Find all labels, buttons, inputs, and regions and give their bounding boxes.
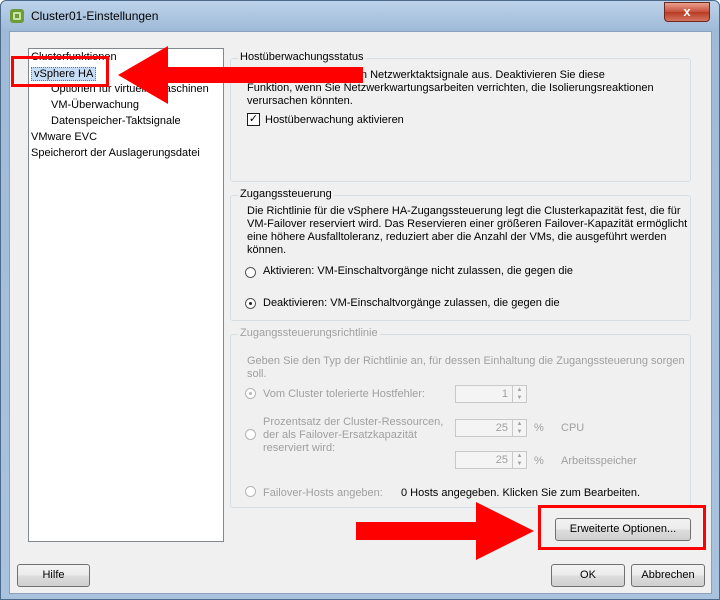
failover-hosts-link[interactable]: 0 Hosts angegeben. Klicken Sie zum Bearb…	[401, 487, 640, 500]
host-failures-label: Vom Cluster tolerierte Hostfehler:	[263, 388, 426, 400]
window-title: Cluster01-Einstellungen	[31, 9, 159, 23]
tree-item-swapfile-location[interactable]: Speicherort der Auslagerungsdatei	[31, 147, 200, 159]
help-button-label: Hilfe	[42, 569, 65, 581]
policy-intro-1: Geben Sie den Typ der Richtlinie an, für…	[247, 355, 685, 367]
host-failures-value: 1	[501, 388, 508, 400]
admission-control-group: Zugangssteuerung Die Richtlinie für die …	[230, 188, 691, 321]
help-button[interactable]: Hilfe	[17, 564, 90, 587]
spinner-arrows-icon[interactable]: ▲ ▼	[512, 420, 526, 436]
host-monitoring-checkbox[interactable]: ✓	[247, 113, 260, 126]
cpu-label: CPU	[561, 422, 585, 434]
admission-text-2: VM-Failover reserviert wird. Das Reservi…	[247, 218, 688, 230]
percent-label-3: reserviert wird:	[263, 442, 336, 454]
checkmark-icon: ✓	[248, 113, 259, 125]
spinner-arrows-icon[interactable]: ▲ ▼	[512, 452, 526, 468]
cancel-button[interactable]: Abbrechen	[631, 564, 705, 587]
failover-hosts-label: Failover-Hosts angeben:	[263, 487, 383, 499]
cpu-percent-spinner[interactable]: 25 ▲ ▼	[455, 419, 527, 437]
host-monitoring-checkbox-label: Hostüberwachung aktivieren	[265, 114, 404, 126]
memory-percent-unit: %	[534, 455, 544, 467]
host-failures-spinner[interactable]: 1 ▲ ▼	[455, 385, 527, 403]
tree-item-datastore-heartbeat[interactable]: Datenspeicher-Taktsignale	[51, 115, 181, 127]
annotation-arrow-left-icon	[118, 46, 363, 104]
annotation-box-advanced-options	[538, 505, 706, 550]
cancel-button-label: Abbrechen	[641, 569, 695, 581]
ok-button[interactable]: OK	[551, 564, 625, 587]
admission-disable-label: Deaktivieren: VM-Einschaltvorgänge zulas…	[263, 297, 560, 309]
host-failures-radio[interactable]	[245, 388, 256, 399]
tree-item-label: Speicherort der Auslagerungsdatei	[31, 147, 200, 159]
percent-label-2: der als Failover-Ersatzkapazität	[263, 429, 418, 441]
annotation-arrow-right-icon	[356, 502, 534, 560]
annotation-box-vsphere-ha	[11, 56, 109, 87]
failover-hosts-radio[interactable]	[245, 486, 256, 497]
cpu-percent-unit: %	[534, 422, 544, 434]
memory-percent-spinner[interactable]: 25 ▲ ▼	[455, 451, 527, 469]
spinner-arrows-icon[interactable]: ▲ ▼	[512, 386, 526, 402]
percent-radio[interactable]	[245, 429, 256, 440]
admission-policy-group: Zugangssteuerungsrichtlinie Geben Sie de…	[230, 327, 691, 508]
tree-item-label: Datenspeicher-Taktsignale	[51, 115, 181, 127]
tree-item-label: VMware EVC	[31, 131, 98, 143]
cpu-percent-value: 25	[495, 422, 508, 434]
policy-intro-2: soll.	[247, 368, 267, 380]
admission-text-4: können.	[247, 244, 287, 256]
ok-button-label: OK	[580, 569, 596, 581]
admission-enable-label: Aktivieren: VM-Einschaltvorgänge nicht z…	[263, 265, 574, 277]
admission-control-legend: Zugangssteuerung	[238, 188, 334, 200]
admission-enable-radio[interactable]	[245, 267, 256, 278]
memory-label: Arbeitsspeicher	[561, 455, 637, 467]
close-button[interactable]: x	[664, 2, 710, 22]
close-icon: x	[683, 4, 691, 19]
tree-item-vmware-evc[interactable]: VMware EVC	[31, 131, 97, 143]
admission-disable-radio[interactable]	[245, 298, 256, 309]
admission-text-1: Die Richtlinie für die vSphere HA-Zugang…	[247, 205, 681, 217]
vsphere-app-icon	[10, 9, 24, 23]
admission-text-3: eine höhere Ausfalltoleranz, reduziert a…	[247, 231, 667, 243]
settings-tree[interactable]: Clusterfunktionen vSphere HA Optionen fü…	[28, 48, 224, 542]
memory-percent-value: 25	[495, 454, 508, 466]
percent-label-1: Prozentsatz der Cluster-Ressourcen,	[263, 416, 444, 428]
title-bar[interactable]: Cluster01-Einstellungen x	[1, 1, 719, 31]
admission-policy-legend: Zugangssteuerungsrichtlinie	[238, 327, 380, 339]
